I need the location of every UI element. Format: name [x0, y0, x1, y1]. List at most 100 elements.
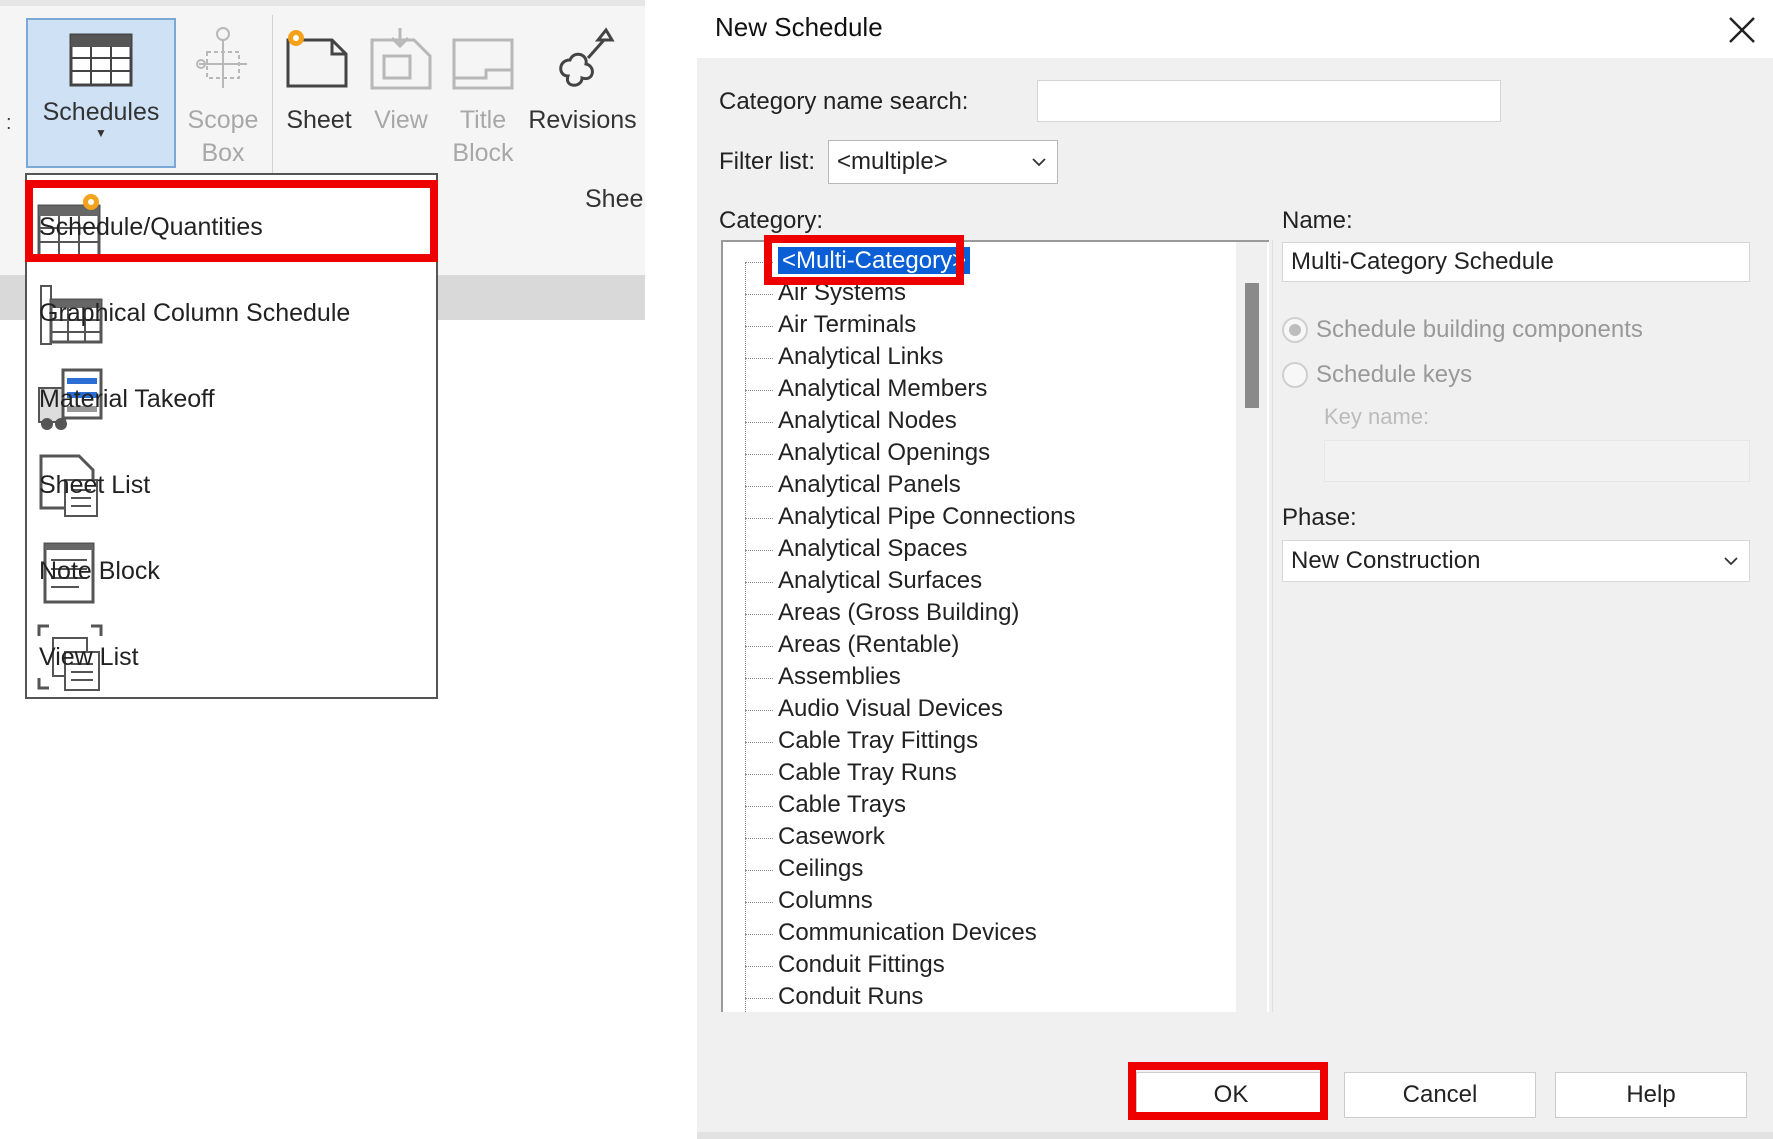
menu-item-material-takeoff[interactable]: Material Takeoff: [35, 359, 430, 439]
schedules-label: Schedules: [42, 98, 160, 126]
tree-branch: [745, 774, 773, 775]
name-input[interactable]: Multi-Category Schedule: [1282, 242, 1750, 282]
revisions-icon: [558, 27, 615, 87]
category-item[interactable]: Air Terminals: [778, 311, 916, 339]
tree-branch: [745, 422, 773, 423]
tree-branch: [745, 742, 773, 743]
filter-list-label: Filter list:: [719, 148, 815, 175]
ribbon-overflow-marker: :: [6, 112, 12, 134]
name-label: Name:: [1282, 207, 1353, 234]
title-block-button[interactable]: Title Block: [442, 18, 524, 168]
category-item[interactable]: Analytical Openings: [778, 439, 990, 467]
tree-branch: [745, 966, 773, 967]
category-scrollbar-thumb[interactable]: [1245, 283, 1259, 408]
category-label: Category:: [719, 207, 824, 234]
sheet-button[interactable]: Sheet: [278, 18, 360, 135]
category-item[interactable]: Analytical Surfaces: [778, 567, 982, 595]
dialog-bottom-edge: [697, 1132, 1773, 1139]
key-name-input[interactable]: [1324, 440, 1750, 482]
category-item[interactable]: Cable Trays: [778, 791, 906, 819]
help-button[interactable]: Help: [1555, 1072, 1747, 1118]
ribbon-top-edge: [0, 0, 645, 6]
close-icon[interactable]: [1722, 10, 1762, 50]
category-item[interactable]: Analytical Members: [778, 375, 987, 403]
revisions-button[interactable]: Revisions: [525, 18, 640, 135]
radio-label: Schedule building components: [1316, 316, 1643, 343]
title-block-label-line1: Title: [459, 106, 507, 134]
tree-branch: [745, 326, 773, 327]
category-item[interactable]: Analytical Nodes: [778, 407, 957, 435]
view-button[interactable]: View: [360, 18, 442, 135]
tree-branch: [745, 870, 773, 871]
highlight-schedule-quantities: [25, 180, 438, 262]
menu-item-label: Material Takeoff: [39, 384, 215, 413]
category-item[interactable]: Cable Tray Runs: [778, 759, 957, 787]
scope-box-label-line1: Scope: [187, 106, 259, 134]
view-icon: [370, 28, 432, 90]
radio-schedule-keys[interactable]: Schedule keys: [1282, 361, 1472, 389]
tree-branch: [745, 614, 773, 615]
radio-label: Schedule keys: [1316, 361, 1473, 388]
cancel-button[interactable]: Cancel: [1344, 1072, 1536, 1118]
category-item[interactable]: Analytical Links: [778, 343, 943, 371]
title-block-icon: [452, 38, 514, 90]
chevron-down-icon: ▼: [95, 126, 107, 140]
scope-box-label-line2: Box: [201, 139, 245, 167]
dialog-title: New Schedule: [715, 12, 883, 42]
phase-value: New Construction: [1291, 547, 1481, 574]
tree-branch: [745, 646, 773, 647]
phase-label: Phase:: [1282, 504, 1357, 531]
radio-schedule-building-components[interactable]: Schedule building components: [1282, 316, 1643, 344]
menu-item-sheet-list[interactable]: Sheet List: [35, 445, 430, 525]
menu-item-graphical-column-schedule[interactable]: Graphical Column Schedule: [35, 273, 430, 353]
menu-item-note-block[interactable]: Note Block: [35, 531, 430, 611]
chevron-down-icon: [1032, 158, 1046, 167]
category-search-label: Category name search:: [719, 88, 969, 115]
filter-list-value: <multiple>: [837, 148, 948, 175]
scope-box-button[interactable]: Scope Box: [178, 18, 268, 168]
category-item[interactable]: Analytical Panels: [778, 471, 961, 499]
tree-branch: [745, 486, 773, 487]
schedules-button[interactable]: Schedules ▼: [26, 18, 176, 168]
filter-list-dropdown[interactable]: <multiple>: [828, 140, 1058, 184]
sheet-label: Sheet: [286, 106, 352, 134]
menu-item-label: View List: [39, 642, 139, 671]
scope-box-icon: [196, 27, 247, 88]
key-name-label: Key name:: [1324, 404, 1430, 429]
tree-branch: [745, 294, 773, 295]
category-item[interactable]: Analytical Pipe Connections: [778, 503, 1076, 531]
category-item[interactable]: Casework: [778, 823, 885, 851]
category-item[interactable]: Conduit Runs: [778, 983, 923, 1011]
highlight-multi-category: [764, 235, 964, 285]
tree-branch: [745, 358, 773, 359]
menu-item-view-list[interactable]: View List: [35, 617, 430, 697]
tree-branch: [745, 710, 773, 711]
menu-item-label: Note Block: [39, 556, 160, 585]
tree-branch: [745, 838, 773, 839]
category-item[interactable]: Cable Tray Fittings: [778, 727, 978, 755]
tree-branch: [745, 582, 773, 583]
schedules-icon: [69, 33, 133, 87]
category-search-input[interactable]: [1037, 80, 1501, 122]
radio-button-checked: [1282, 317, 1308, 343]
category-item[interactable]: Areas (Rentable): [778, 631, 959, 659]
category-item[interactable]: Assemblies: [778, 663, 901, 691]
category-item[interactable]: Conduit Fittings: [778, 951, 945, 979]
category-item[interactable]: Analytical Spaces: [778, 535, 967, 563]
category-list[interactable]: <Multi-Category> Air Systems Air Termina…: [721, 240, 1269, 1012]
tree-branch: [745, 998, 773, 999]
panel-divider: [1272, 240, 1273, 1012]
category-item[interactable]: Ceilings: [778, 855, 863, 883]
view-label: View: [374, 106, 428, 134]
chevron-down-icon: [1724, 557, 1738, 566]
tree-branch: [745, 518, 773, 519]
category-item[interactable]: Communication Devices: [778, 919, 1037, 947]
tree-branch: [745, 390, 773, 391]
category-item[interactable]: Audio Visual Devices: [778, 695, 1003, 723]
phase-dropdown[interactable]: New Construction: [1282, 540, 1750, 582]
tree-branch: [745, 902, 773, 903]
tree-branch: [745, 678, 773, 679]
category-item[interactable]: Areas (Gross Building): [778, 599, 1019, 627]
category-item[interactable]: Columns: [778, 887, 873, 915]
tree-branch: [745, 806, 773, 807]
